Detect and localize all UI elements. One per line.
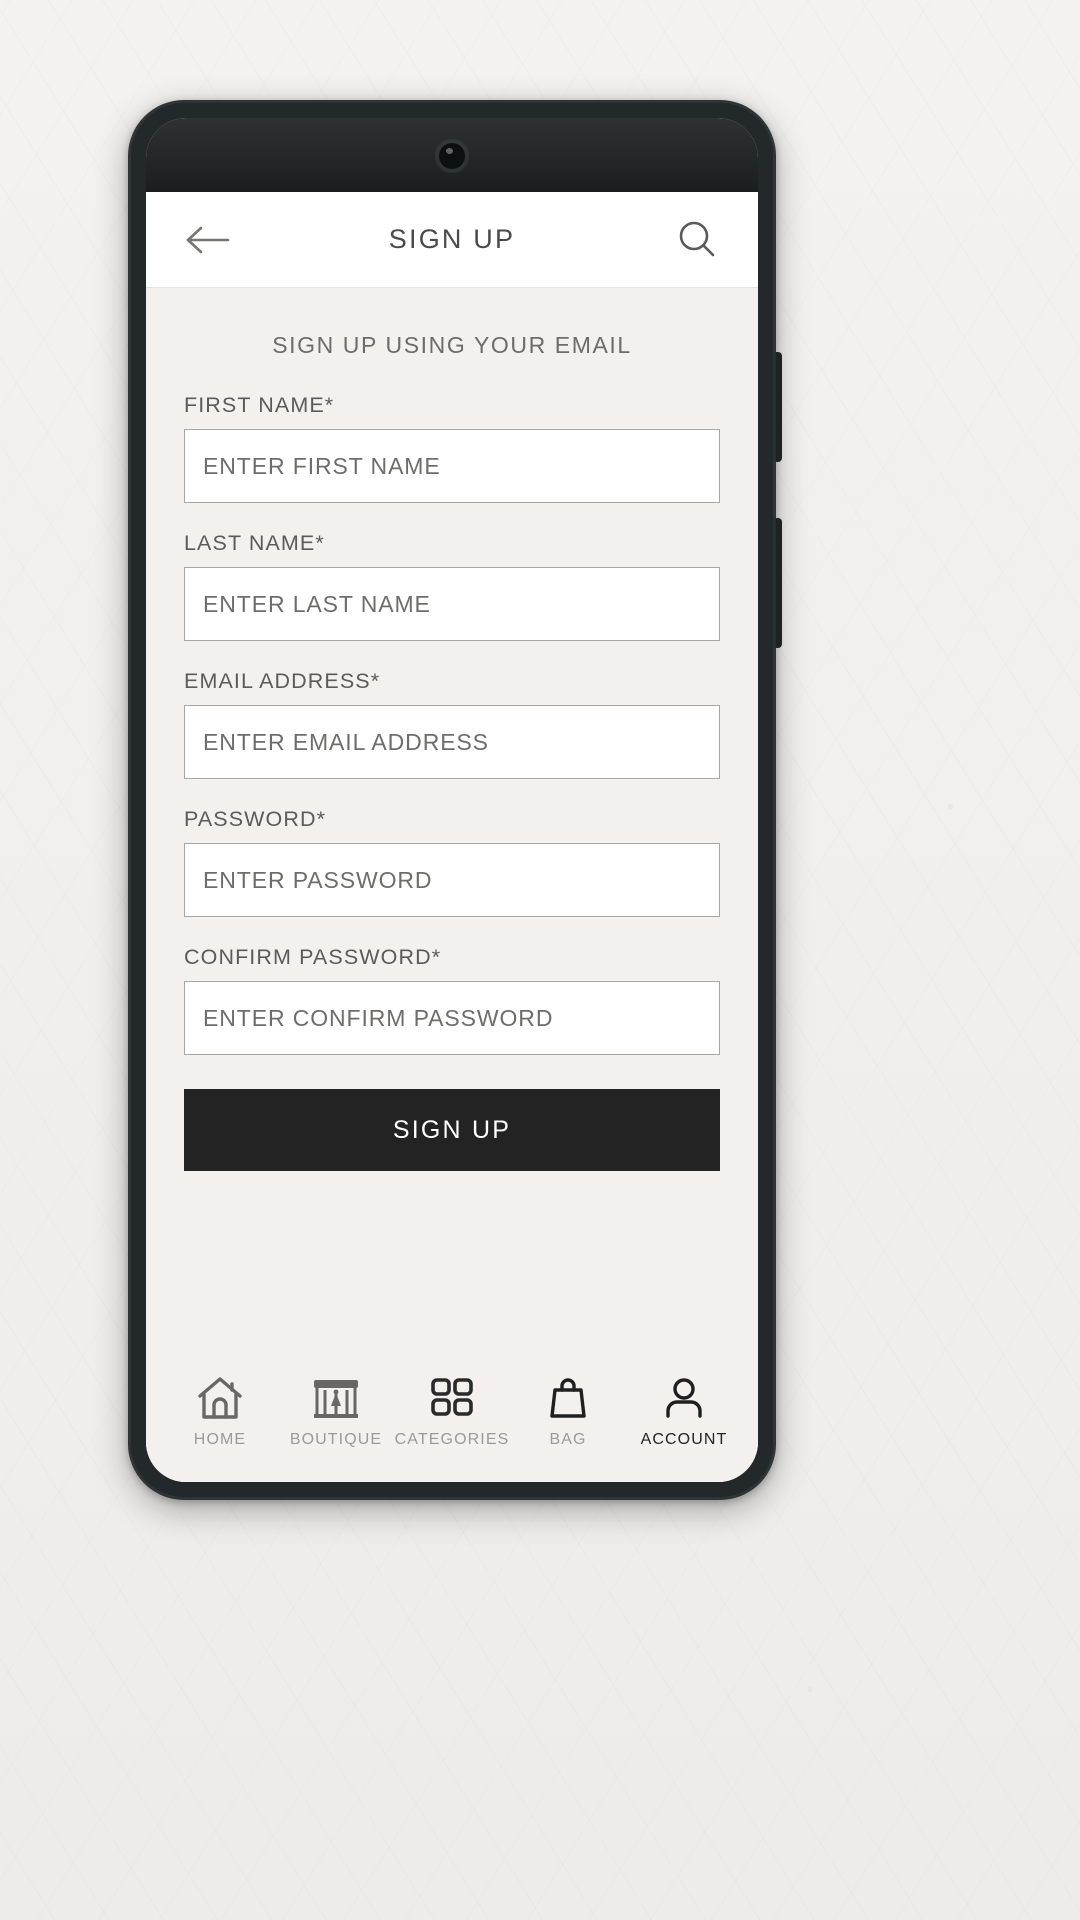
field-confirm-password: CONFIRM PASSWORD* xyxy=(184,945,720,1055)
volume-button[interactable] xyxy=(773,352,782,462)
nav-item-boutique[interactable]: BOUTIQUE xyxy=(278,1372,394,1450)
field-label: FIRST NAME* xyxy=(184,393,335,417)
nav-item-account[interactable]: ACCOUNT xyxy=(626,1372,742,1450)
nav-item-label: HOME xyxy=(193,1431,247,1448)
nav-item-label: BOUTIQUE xyxy=(289,1431,383,1448)
power-button[interactable] xyxy=(773,518,782,648)
last-name-input[interactable] xyxy=(184,567,720,641)
field-password: PASSWORD* xyxy=(184,807,720,917)
page-title: SIGN UP xyxy=(388,224,516,254)
signup-form: SIGN UP USING YOUR EMAIL FIRST NAME* LAS… xyxy=(146,288,758,1364)
front-camera-icon xyxy=(439,143,465,169)
nav-item-label: BAG xyxy=(549,1431,587,1448)
search-button[interactable] xyxy=(666,209,728,271)
first-name-input[interactable] xyxy=(184,429,720,503)
bottom-navigation-bar: HOME BOUTIQUE CATEGORIES BAG ACCOUNT xyxy=(146,1364,758,1482)
app-content: SIGN UP USING YOUR EMAIL FIRST NAME* LAS… xyxy=(146,288,758,1482)
field-label: PASSWORD* xyxy=(184,807,327,831)
field-email-address: EMAIL ADDRESS* xyxy=(184,669,720,779)
shopping-bag-icon xyxy=(544,1372,592,1424)
arrow-left-icon xyxy=(186,226,230,253)
status-bar xyxy=(146,118,758,192)
nav-item-label: ACCOUNT xyxy=(640,1431,728,1448)
password-input[interactable] xyxy=(184,843,720,917)
person-icon xyxy=(660,1372,708,1424)
nav-item-home[interactable]: HOME xyxy=(162,1372,278,1450)
phone-screen: SIGN UP SIGN UP USING YOUR EMAIL FIRST N… xyxy=(146,118,758,1482)
field-label: LAST NAME* xyxy=(184,531,325,555)
nav-item-bag[interactable]: BAG xyxy=(510,1372,626,1450)
app-header: SIGN UP xyxy=(146,192,758,288)
grid-icon xyxy=(427,1372,477,1424)
confirm-password-input[interactable] xyxy=(184,981,720,1055)
form-section-title: SIGN UP USING YOUR EMAIL xyxy=(272,332,632,358)
field-first-name: FIRST NAME* xyxy=(184,393,720,503)
back-button[interactable] xyxy=(176,209,238,271)
search-icon xyxy=(679,221,715,256)
store-icon xyxy=(310,1372,362,1424)
field-label: CONFIRM PASSWORD* xyxy=(184,945,442,969)
email-address-input[interactable] xyxy=(184,705,720,779)
phone-device-frame: SIGN UP SIGN UP USING YOUR EMAIL FIRST N… xyxy=(128,100,782,1500)
home-icon xyxy=(195,1372,245,1424)
nav-item-label: CATEGORIES xyxy=(394,1431,510,1448)
nav-item-categories[interactable]: CATEGORIES xyxy=(394,1372,510,1450)
field-label: EMAIL ADDRESS* xyxy=(184,669,381,693)
field-last-name: LAST NAME* xyxy=(184,531,720,641)
sign-up-button[interactable]: SIGN UP xyxy=(184,1089,720,1171)
